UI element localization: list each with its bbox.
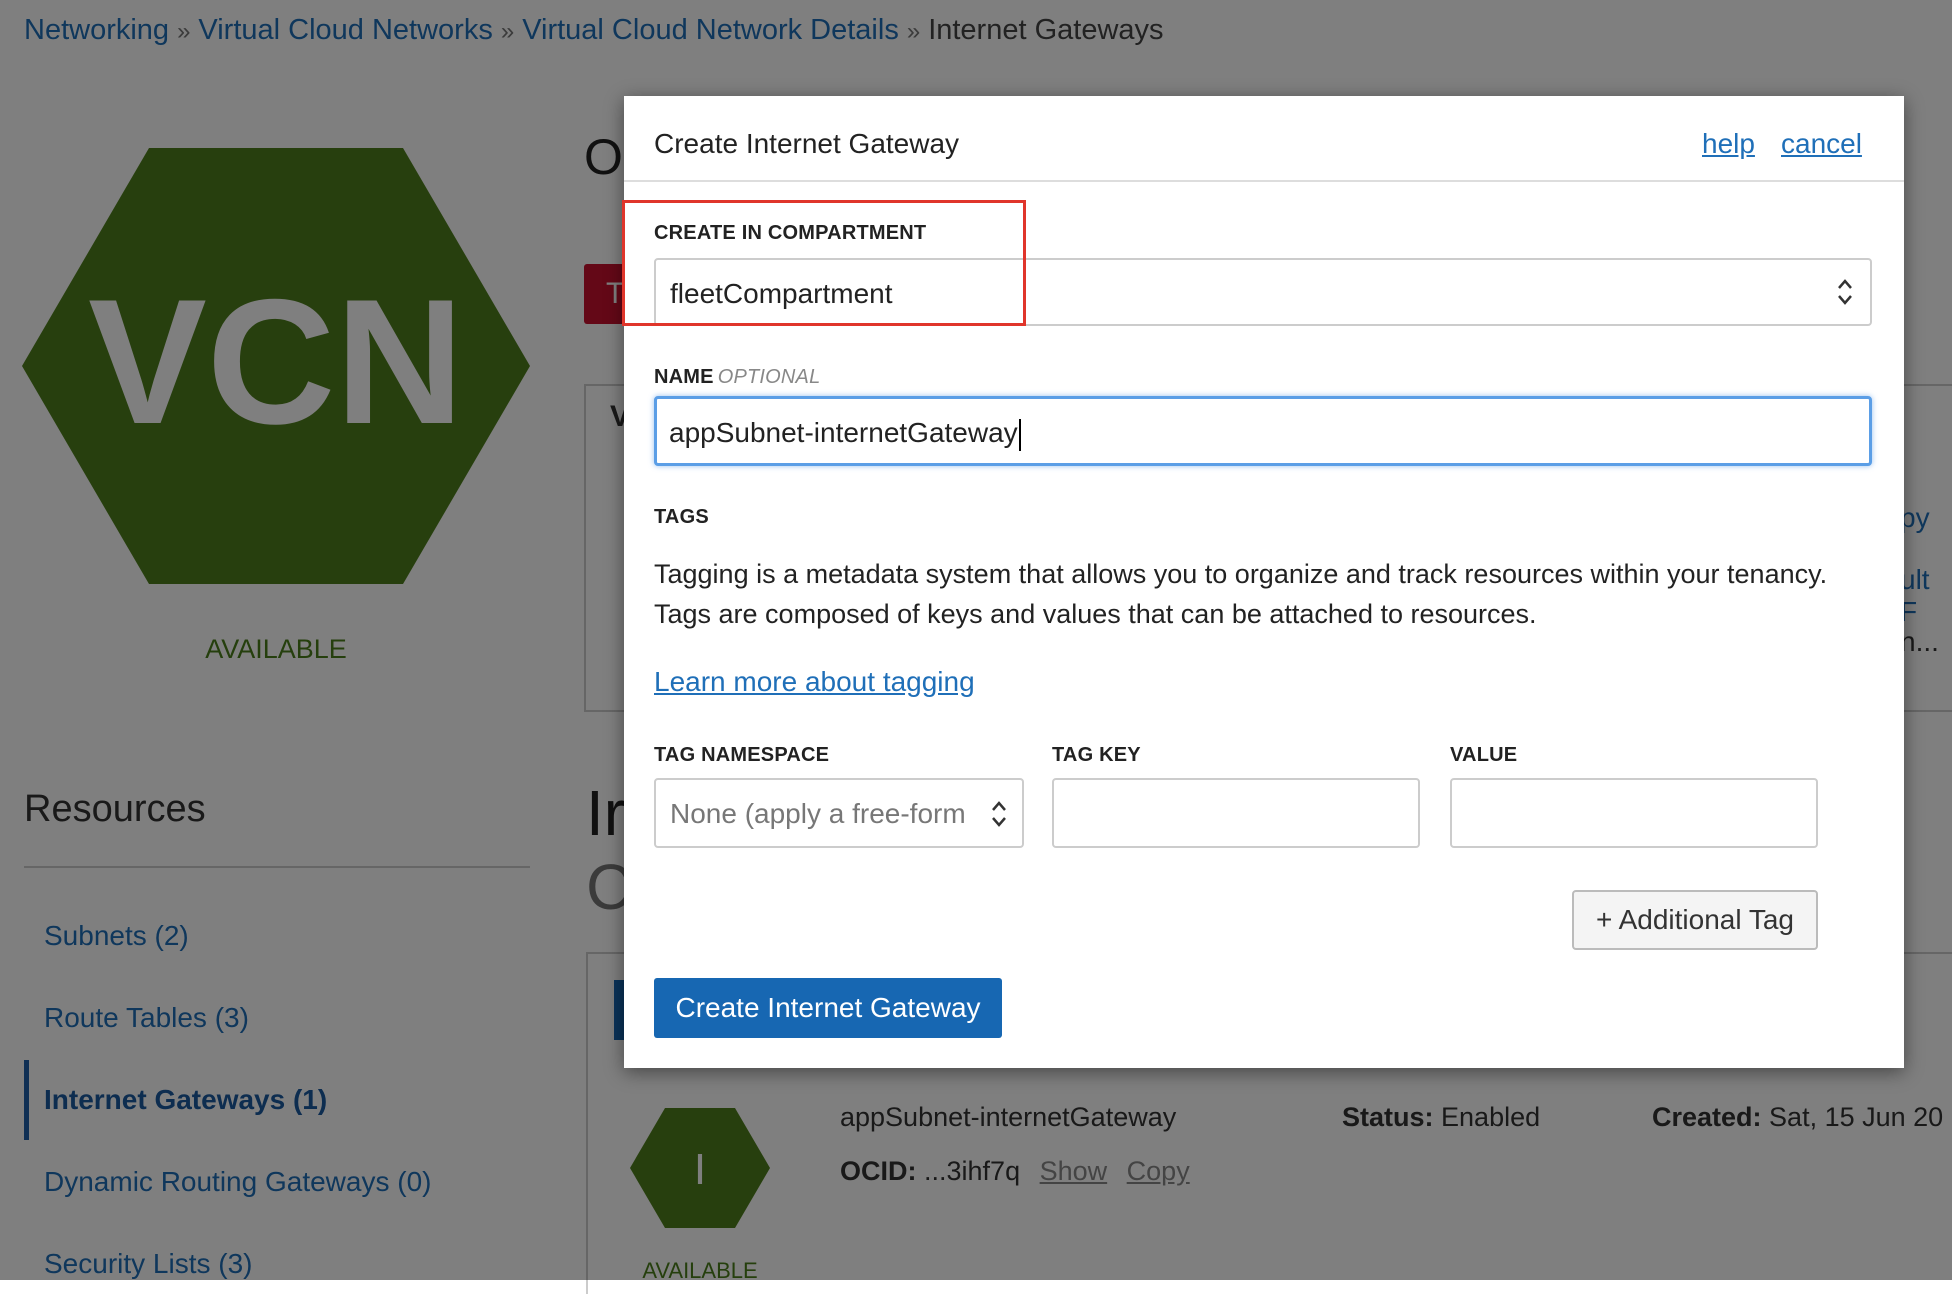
name-label: NAME OPTIONAL bbox=[654, 366, 820, 389]
tag-key-label: TAG KEY bbox=[1052, 744, 1141, 766]
tag-value-label: VALUE bbox=[1450, 744, 1518, 766]
create-internet-gateway-button[interactable]: Create Internet Gateway bbox=[654, 978, 1002, 1038]
name-label-text: NAME bbox=[654, 366, 714, 388]
cancel-link[interactable]: cancel bbox=[1781, 128, 1862, 160]
tag-namespace-value: None (apply a free-form bbox=[670, 798, 966, 829]
tags-description: Tagging is a metadata system that allows… bbox=[654, 559, 1828, 629]
tag-namespace-label: TAG NAMESPACE bbox=[654, 744, 830, 766]
name-input[interactable]: appSubnet-internetGateway bbox=[654, 396, 1872, 466]
help-link[interactable]: help bbox=[1702, 128, 1755, 160]
dialog-title: Create Internet Gateway bbox=[654, 128, 960, 159]
tags-label: TAGS bbox=[654, 506, 709, 528]
compartment-label: CREATE IN COMPARTMENT bbox=[654, 222, 927, 244]
tag-namespace-select[interactable]: None (apply a free-form bbox=[654, 778, 1024, 848]
select-arrows-icon bbox=[990, 798, 1008, 830]
tag-value-input[interactable] bbox=[1450, 778, 1818, 848]
compartment-select[interactable]: fleetCompartment bbox=[654, 258, 1872, 326]
compartment-select-value: fleetCompartment bbox=[670, 278, 893, 309]
additional-tag-button[interactable]: + Additional Tag bbox=[1572, 890, 1818, 950]
name-input-text: appSubnet-internetGateway bbox=[669, 417, 1018, 448]
dialog-header: Create Internet Gateway help cancel bbox=[624, 96, 1904, 182]
page: Networking»Virtual Cloud Networks»Virtua… bbox=[0, 0, 1952, 1294]
create-internet-gateway-dialog: Create Internet Gateway help cancel CREA… bbox=[622, 96, 1904, 1068]
tag-key-input[interactable] bbox=[1052, 778, 1420, 848]
name-optional-hint: OPTIONAL bbox=[717, 366, 821, 388]
text-caret bbox=[1018, 418, 1021, 451]
select-arrows-icon bbox=[1838, 279, 1852, 305]
learn-more-tagging-link[interactable]: Learn more about tagging bbox=[654, 666, 975, 698]
name-input-value: appSubnet-internetGateway bbox=[669, 417, 1021, 451]
